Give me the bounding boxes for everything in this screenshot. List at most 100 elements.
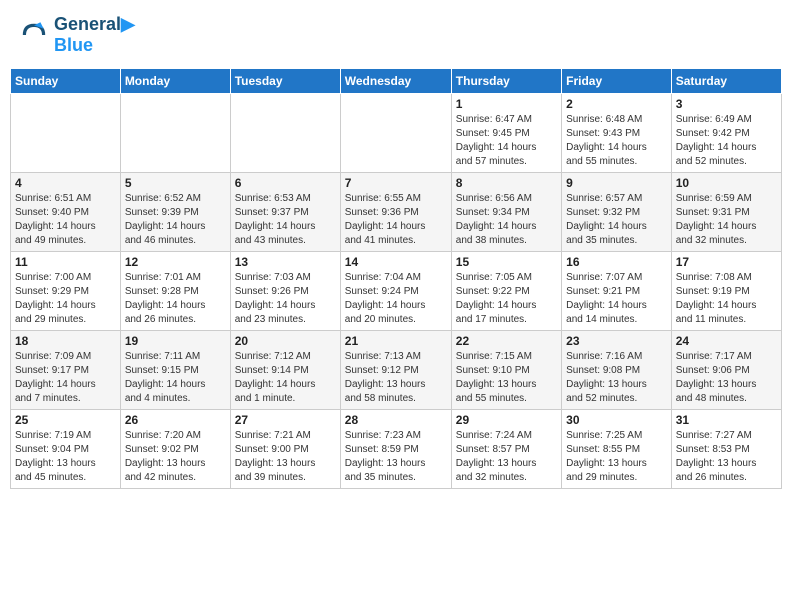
day-info: Sunrise: 7:04 AM Sunset: 9:24 PM Dayligh… <box>345 271 447 327</box>
calendar-cell: 8Sunrise: 6:56 AM Sunset: 9:34 PM Daylig… <box>451 173 561 252</box>
day-number: 2 <box>566 97 667 111</box>
calendar-week-row: 1 Sunrise: 6:47 AM Sunset: 9:45 PM Daylig… <box>11 94 782 173</box>
day-info: Sunrise: 6:51 AM Sunset: 9:40 PM Dayligh… <box>15 192 116 248</box>
day-number: 12 <box>125 255 226 269</box>
calendar-table: SundayMondayTuesdayWednesdayThursdayFrid… <box>10 68 782 489</box>
calendar-cell <box>11 94 121 173</box>
day-info: Sunrise: 7:11 AM Sunset: 9:15 PM Dayligh… <box>125 350 226 406</box>
day-number: 25 <box>15 413 116 427</box>
calendar-cell: 23 Sunrise: 7:16 AM Sunset: 9:08 PM Dayli… <box>562 331 672 410</box>
day-info: Sunrise: 6:52 AM Sunset: 9:39 PM Dayligh… <box>125 192 226 248</box>
day-info: Sunrise: 7:01 AM Sunset: 9:28 PM Dayligh… <box>125 271 226 327</box>
day-number: 29 <box>456 413 557 427</box>
day-number: 17 <box>676 255 777 269</box>
day-number: 9 <box>566 176 667 190</box>
calendar-header-row: SundayMondayTuesdayWednesdayThursdayFrid… <box>11 69 782 94</box>
day-info: Sunrise: 7:17 AM Sunset: 9:06 PM Dayligh… <box>676 350 777 406</box>
weekday-header-friday: Friday <box>562 69 672 94</box>
day-info: Sunrise: 7:12 AM Sunset: 9:14 PM Dayligh… <box>235 350 336 406</box>
day-number: 30 <box>566 413 667 427</box>
calendar-cell: 27Sunrise: 7:21 AM Sunset: 9:00 PM Dayli… <box>230 410 340 489</box>
day-info: Sunrise: 7:19 AM Sunset: 9:04 PM Dayligh… <box>15 429 116 485</box>
calendar-cell: 9Sunrise: 6:57 AM Sunset: 9:32 PM Daylig… <box>562 173 672 252</box>
calendar-cell: 29 Sunrise: 7:24 AM Sunset: 8:57 PM Dayli… <box>451 410 561 489</box>
day-info: Sunrise: 7:03 AM Sunset: 9:26 PM Dayligh… <box>235 271 336 327</box>
calendar-cell: 17 Sunrise: 7:08 AM Sunset: 9:19 PM Dayli… <box>671 252 781 331</box>
day-number: 5 <box>125 176 226 190</box>
weekday-header-thursday: Thursday <box>451 69 561 94</box>
calendar-cell <box>230 94 340 173</box>
day-info: Sunrise: 6:47 AM Sunset: 9:45 PM Dayligh… <box>456 113 557 169</box>
day-number: 4 <box>15 176 116 190</box>
calendar-cell: 16 Sunrise: 7:07 AM Sunset: 9:21 PM Dayli… <box>562 252 672 331</box>
calendar-cell: 3 Sunrise: 6:49 AM Sunset: 9:42 PM Daylig… <box>671 94 781 173</box>
calendar-cell: 25 Sunrise: 7:19 AM Sunset: 9:04 PM Dayli… <box>11 410 121 489</box>
calendar-cell: 4 Sunrise: 6:51 AM Sunset: 9:40 PM Daylig… <box>11 173 121 252</box>
day-number: 31 <box>676 413 777 427</box>
day-number: 23 <box>566 334 667 348</box>
calendar-cell: 15 Sunrise: 7:05 AM Sunset: 9:22 PM Dayli… <box>451 252 561 331</box>
calendar-cell: 14 Sunrise: 7:04 AM Sunset: 9:24 PM Dayli… <box>340 252 451 331</box>
day-number: 6 <box>235 176 336 190</box>
calendar-cell: 22Sunrise: 7:15 AM Sunset: 9:10 PM Dayli… <box>451 331 561 410</box>
calendar-cell: 21 Sunrise: 7:13 AM Sunset: 9:12 PM Dayli… <box>340 331 451 410</box>
calendar-cell: 1 Sunrise: 6:47 AM Sunset: 9:45 PM Daylig… <box>451 94 561 173</box>
weekday-header-sunday: Sunday <box>11 69 121 94</box>
day-info: Sunrise: 6:48 AM Sunset: 9:43 PM Dayligh… <box>566 113 667 169</box>
day-info: Sunrise: 7:08 AM Sunset: 9:19 PM Dayligh… <box>676 271 777 327</box>
day-info: Sunrise: 6:55 AM Sunset: 9:36 PM Dayligh… <box>345 192 447 248</box>
day-number: 3 <box>676 97 777 111</box>
day-number: 28 <box>345 413 447 427</box>
day-info: Sunrise: 6:53 AM Sunset: 9:37 PM Dayligh… <box>235 192 336 248</box>
calendar-cell: 28 Sunrise: 7:23 AM Sunset: 8:59 PM Dayli… <box>340 410 451 489</box>
day-info: Sunrise: 7:16 AM Sunset: 9:08 PM Dayligh… <box>566 350 667 406</box>
calendar-cell: 18 Sunrise: 7:09 AM Sunset: 9:17 PM Dayli… <box>11 331 121 410</box>
day-info: Sunrise: 7:21 AM Sunset: 9:00 PM Dayligh… <box>235 429 336 485</box>
calendar-cell: 11 Sunrise: 7:00 AM Sunset: 9:29 PM Dayli… <box>11 252 121 331</box>
calendar-cell: 6 Sunrise: 6:53 AM Sunset: 9:37 PM Daylig… <box>230 173 340 252</box>
logo-icon <box>18 19 50 51</box>
calendar-cell: 24 Sunrise: 7:17 AM Sunset: 9:06 PM Dayli… <box>671 331 781 410</box>
calendar-cell: 5 Sunrise: 6:52 AM Sunset: 9:39 PM Daylig… <box>120 173 230 252</box>
calendar-cell: 31Sunrise: 7:27 AM Sunset: 8:53 PM Dayli… <box>671 410 781 489</box>
calendar-cell: 10Sunrise: 6:59 AM Sunset: 9:31 PM Dayli… <box>671 173 781 252</box>
calendar-cell: 7Sunrise: 6:55 AM Sunset: 9:36 PM Daylig… <box>340 173 451 252</box>
weekday-header-saturday: Saturday <box>671 69 781 94</box>
calendar-cell: 26Sunrise: 7:20 AM Sunset: 9:02 PM Dayli… <box>120 410 230 489</box>
calendar-cell: 2 Sunrise: 6:48 AM Sunset: 9:43 PM Daylig… <box>562 94 672 173</box>
day-number: 20 <box>235 334 336 348</box>
weekday-header-wednesday: Wednesday <box>340 69 451 94</box>
day-info: Sunrise: 7:00 AM Sunset: 9:29 PM Dayligh… <box>15 271 116 327</box>
day-info: Sunrise: 7:07 AM Sunset: 9:21 PM Dayligh… <box>566 271 667 327</box>
day-number: 13 <box>235 255 336 269</box>
day-number: 15 <box>456 255 557 269</box>
day-info: Sunrise: 7:15 AM Sunset: 9:10 PM Dayligh… <box>456 350 557 406</box>
day-number: 26 <box>125 413 226 427</box>
calendar-cell: 20 Sunrise: 7:12 AM Sunset: 9:14 PM Dayli… <box>230 331 340 410</box>
calendar-week-row: 18 Sunrise: 7:09 AM Sunset: 9:17 PM Dayli… <box>11 331 782 410</box>
day-number: 14 <box>345 255 447 269</box>
calendar-week-row: 11 Sunrise: 7:00 AM Sunset: 9:29 PM Dayli… <box>11 252 782 331</box>
day-number: 11 <box>15 255 116 269</box>
day-info: Sunrise: 7:09 AM Sunset: 9:17 PM Dayligh… <box>15 350 116 406</box>
calendar-cell <box>120 94 230 173</box>
calendar-cell: 12 Sunrise: 7:01 AM Sunset: 9:28 PM Dayli… <box>120 252 230 331</box>
day-number: 16 <box>566 255 667 269</box>
calendar-week-row: 25 Sunrise: 7:19 AM Sunset: 9:04 PM Dayli… <box>11 410 782 489</box>
day-number: 8 <box>456 176 557 190</box>
weekday-header-monday: Monday <box>120 69 230 94</box>
day-info: Sunrise: 7:24 AM Sunset: 8:57 PM Dayligh… <box>456 429 557 485</box>
day-info: Sunrise: 6:49 AM Sunset: 9:42 PM Dayligh… <box>676 113 777 169</box>
day-number: 10 <box>676 176 777 190</box>
day-info: Sunrise: 7:05 AM Sunset: 9:22 PM Dayligh… <box>456 271 557 327</box>
calendar-cell: 13 Sunrise: 7:03 AM Sunset: 9:26 PM Dayli… <box>230 252 340 331</box>
day-number: 1 <box>456 97 557 111</box>
calendar-cell: 30Sunrise: 7:25 AM Sunset: 8:55 PM Dayli… <box>562 410 672 489</box>
day-info: Sunrise: 7:23 AM Sunset: 8:59 PM Dayligh… <box>345 429 447 485</box>
day-number: 19 <box>125 334 226 348</box>
day-number: 18 <box>15 334 116 348</box>
day-number: 21 <box>345 334 447 348</box>
day-number: 24 <box>676 334 777 348</box>
day-info: Sunrise: 7:13 AM Sunset: 9:12 PM Dayligh… <box>345 350 447 406</box>
logo: General▶ Blue <box>18 14 135 56</box>
